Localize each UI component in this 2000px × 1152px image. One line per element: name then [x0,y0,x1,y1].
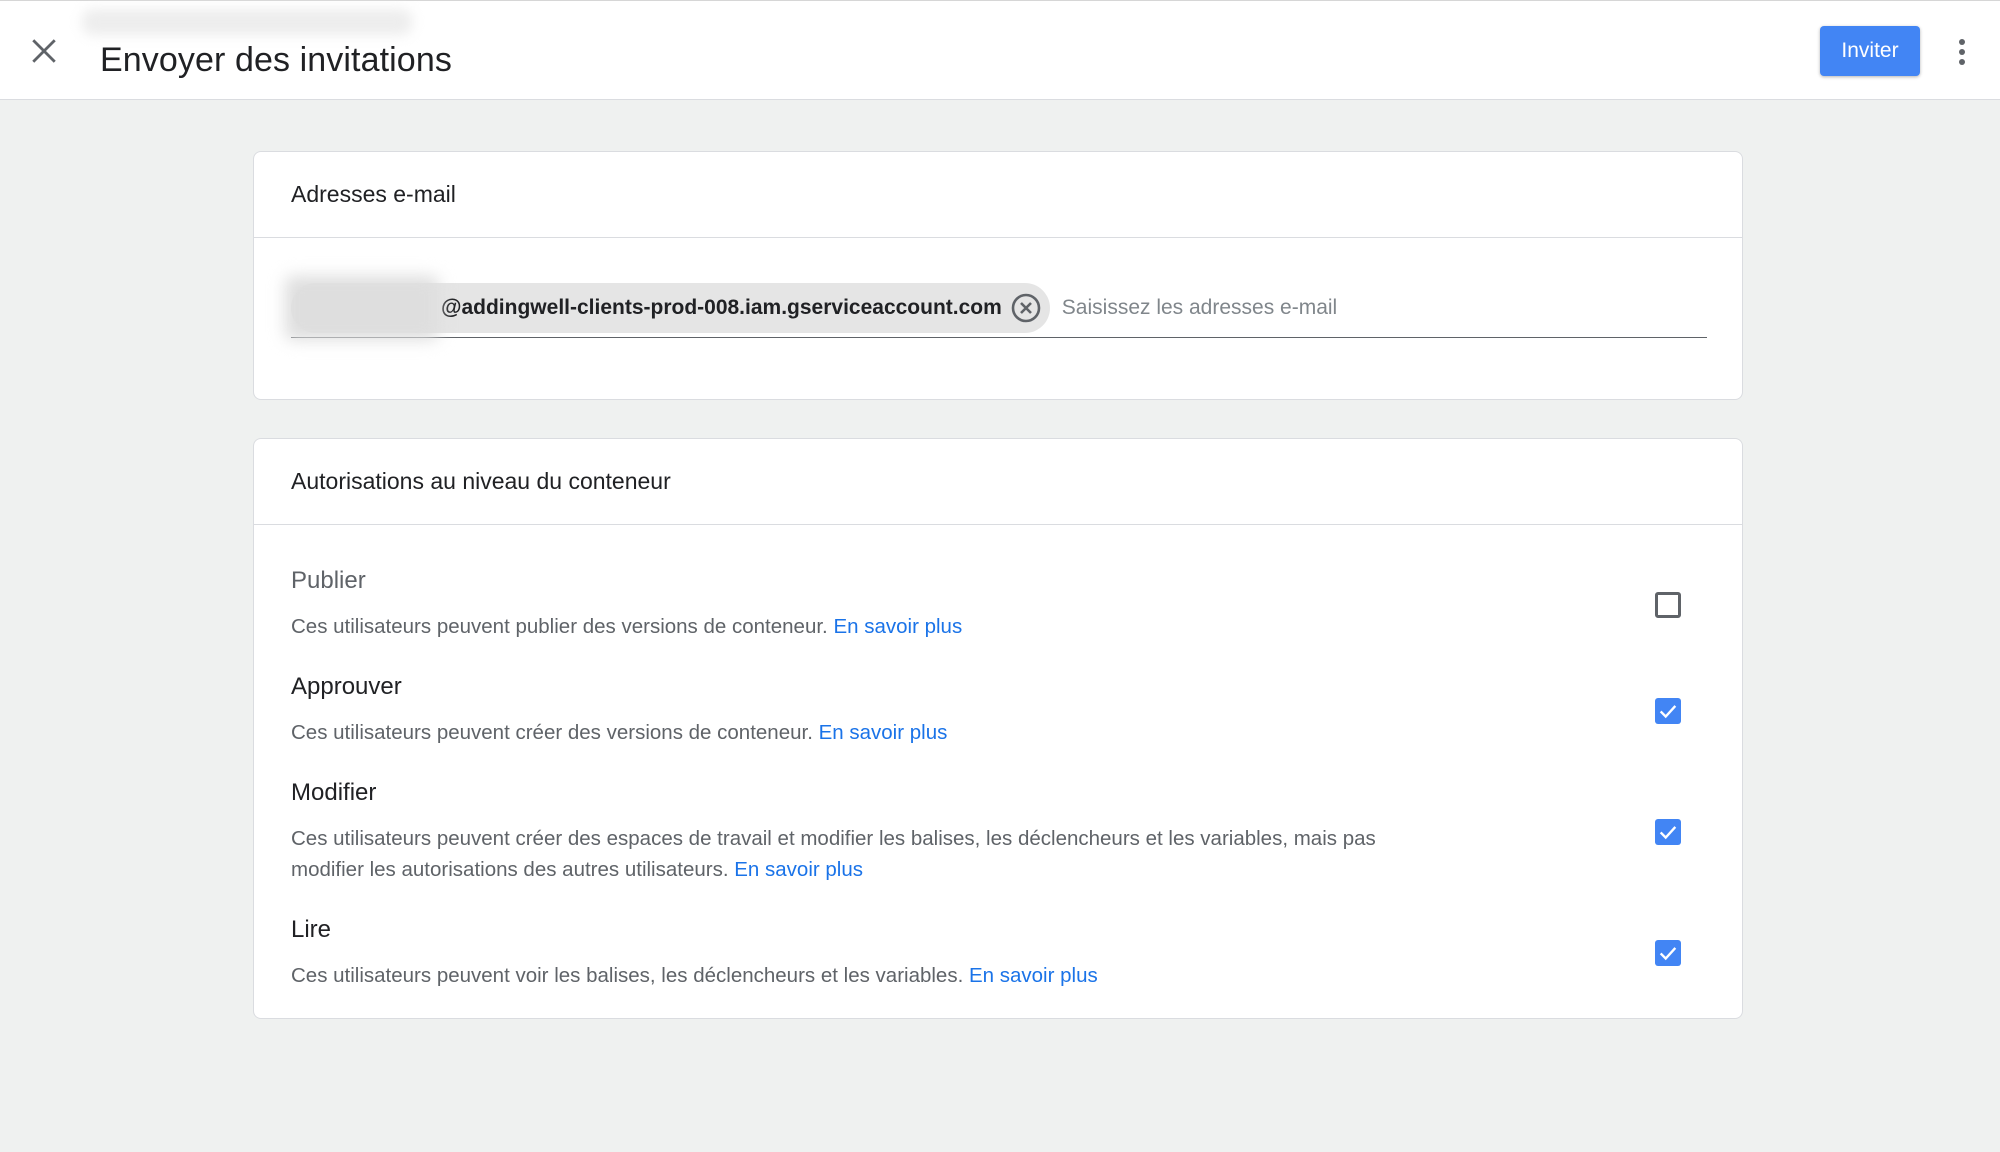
email-field[interactable]: @addingwell-clients-prod-008.iam.gservic… [285,275,1707,340]
cancel-circle-icon [1011,293,1041,322]
blurred-breadcrumb [82,9,412,35]
page-title: Envoyer des invitations [100,41,452,79]
learn-more-link[interactable]: En savoir plus [833,615,962,638]
email-chip[interactable]: @addingwell-clients-prod-008.iam.gservic… [285,275,1050,340]
permission-edit: Modifier Ces utilisateurs peuvent créer … [291,779,1707,885]
permission-approve: Approuver Ces utilisateurs peuvent créer… [291,673,1707,748]
permissions-card: Autorisations au niveau du conteneur Pub… [253,438,1743,1019]
permission-title: Lire [291,916,332,943]
invite-button[interactable]: Inviter [1820,26,1920,76]
more-options-button[interactable] [1950,31,1974,73]
more-vert-icon [1959,39,1965,45]
permission-read: Lire Ces utilisateurs peuvent voir les b… [291,916,1707,991]
remove-chip-button[interactable] [1010,292,1042,324]
top-bar: Envoyer des invitations Inviter [0,0,2000,100]
edit-checkbox[interactable] [1655,819,1681,845]
learn-more-link[interactable]: En savoir plus [969,964,1098,987]
publish-checkbox[interactable] [1655,592,1681,618]
permission-title: Publier [291,567,366,594]
check-icon [1659,826,1677,840]
close-button[interactable] [26,33,62,69]
check-icon [1659,705,1677,719]
permission-title: Approuver [291,673,402,700]
permission-description: Ces utilisateurs peuvent publier des ver… [291,615,963,638]
learn-more-link[interactable]: En savoir plus [819,721,948,744]
permission-description: Ces utilisateurs peuvent voir les balise… [291,964,1098,987]
check-icon [1659,947,1677,961]
close-icon [32,39,56,63]
permission-title: Modifier [291,779,377,806]
permissions-card-title: Autorisations au niveau du conteneur [254,439,1742,525]
learn-more-link[interactable]: En savoir plus [734,858,863,881]
permission-description: Ces utilisateurs peuvent créer des versi… [291,721,948,744]
email-chip-text: @addingwell-clients-prod-008.iam.gservic… [441,295,1002,319]
email-input[interactable] [1061,287,1622,328]
permission-publish: Publier Ces utilisateurs peuvent publier… [291,567,1707,642]
read-checkbox[interactable] [1655,940,1681,966]
email-card-title: Adresses e-mail [254,152,1742,238]
redacted-email-prefix [285,275,439,340]
email-card: Adresses e-mail @addingwell-clients-prod… [253,151,1743,400]
permission-description: Ces utilisateurs peuvent créer des espac… [291,827,1376,881]
approve-checkbox[interactable] [1655,698,1681,724]
